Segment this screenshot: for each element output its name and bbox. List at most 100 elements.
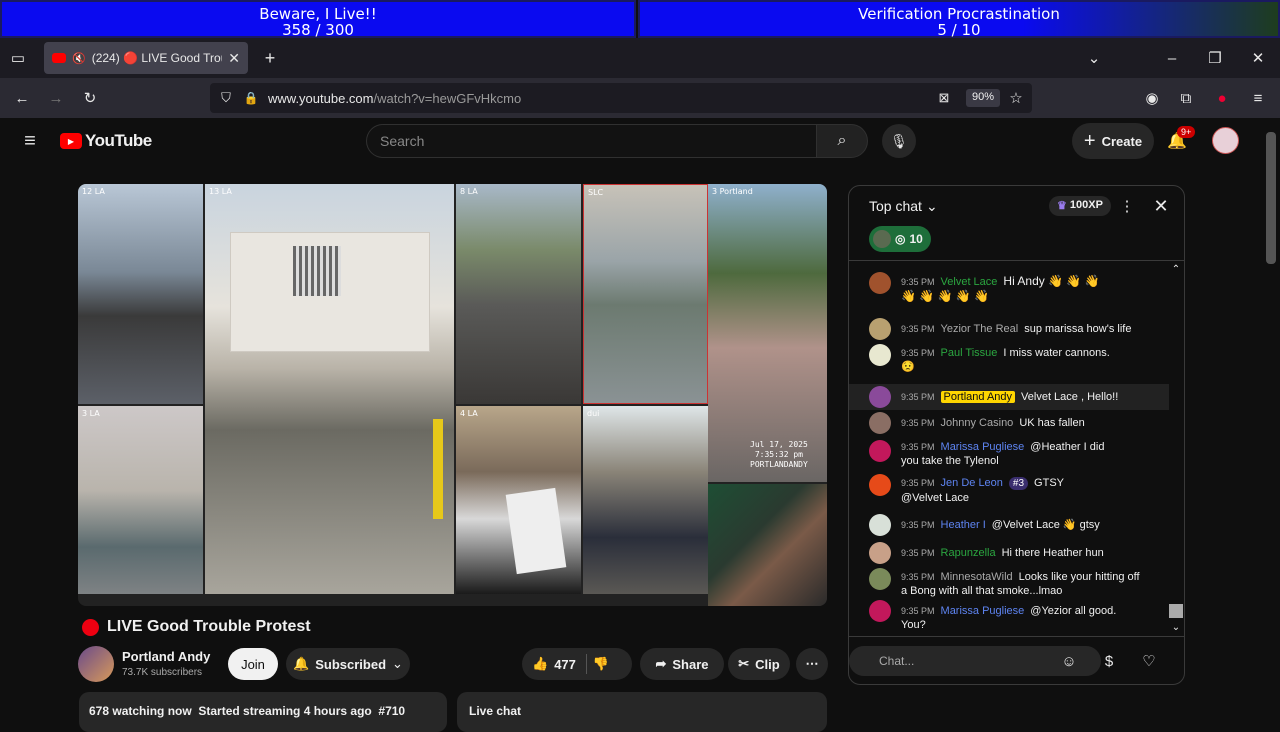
super-chat-icon[interactable]: $ <box>1099 651 1119 671</box>
heart-icon[interactable]: ♡ <box>1139 651 1159 671</box>
tab-title: (224) 🔴 LIVE Good Troub <box>91 51 222 65</box>
video-tile: SLC <box>583 184 708 404</box>
voice-search-button[interactable]: 🎙 <box>882 124 916 158</box>
tile-label: 8 LA <box>460 187 478 196</box>
chevron-down-icon: ⌄ <box>392 656 403 671</box>
more-actions-button[interactable]: ⋯ <box>796 648 828 680</box>
thumbs-up-icon: 👍 <box>532 656 549 671</box>
create-button[interactable]: + Create <box>1072 123 1154 159</box>
chat-message: 9:35 PM Paul Tissue I miss water cannons. … <box>901 346 1171 374</box>
new-tab-icon[interactable]: + <box>260 48 280 68</box>
message-time: 9:35 PM <box>901 418 935 428</box>
author-name[interactable]: Heather I <box>941 519 986 531</box>
message-time: 9:35 PM <box>901 442 935 452</box>
youtube-logo[interactable]: ▶ YouTube <box>60 131 152 151</box>
video-title: LIVE Good Trouble Protest <box>82 618 311 636</box>
avatar <box>869 344 891 366</box>
crown-icon: ♛ <box>1057 200 1067 212</box>
chat-divider <box>849 636 1184 637</box>
timestamp-time: 7:35:32 pm <box>754 450 803 459</box>
chat-scrollbar-thumb[interactable] <box>1169 604 1183 618</box>
plus-icon: + <box>1083 129 1096 152</box>
author-name[interactable]: Paul Tissue <box>941 347 998 359</box>
author-name[interactable]: Velvet Lace <box>941 276 998 288</box>
zoom-level[interactable]: 90% <box>966 89 1001 107</box>
restore-icon[interactable]: ❐ <box>1205 48 1225 68</box>
xp-badge[interactable]: ♛ 100XP <box>1049 196 1111 216</box>
minimize-icon[interactable]: – <box>1162 48 1182 68</box>
avatar <box>869 318 891 340</box>
hamburger-menu-icon[interactable]: ≡ <box>18 130 42 152</box>
close-chat-icon[interactable]: ✕ <box>1149 194 1173 218</box>
message-time: 9:35 PM <box>901 277 935 287</box>
author-name[interactable]: Marissa Pugliese <box>941 441 1025 453</box>
notification-badge: 9+ <box>1177 126 1196 138</box>
menu-icon[interactable]: ≡ <box>1248 88 1268 108</box>
channel-avatar[interactable] <box>78 646 114 682</box>
forward-icon[interactable]: → <box>46 88 66 108</box>
avatar <box>869 440 891 462</box>
video-tile: 4 LA <box>456 406 581 594</box>
back-icon[interactable]: ← <box>12 88 32 108</box>
like-button[interactable]: 👍 477 <box>532 656 576 672</box>
protest-sign-graphic <box>505 487 567 575</box>
video-player[interactable]: 12 LA 13 LA 8 LA SLC 3 Portland Jul 17, … <box>78 184 827 606</box>
tile-label: 3 Portland <box>712 187 753 196</box>
url-text[interactable]: www.youtube.com/watch?v=hewGFvHkcmo <box>268 91 521 106</box>
navigation-bar: ← → ↻ ⛉ 🔒 www.youtube.com/watch?v=hewGFv… <box>0 78 1280 118</box>
close-window-icon[interactable]: ✕ <box>1248 48 1268 68</box>
shield-icon[interactable]: ⛉ <box>216 88 236 108</box>
chat-message: 9:35 PM Portland Andy Velvet Lace , Hello!… <box>901 390 1171 404</box>
video-tile: 8 LA <box>456 184 581 404</box>
clip-button[interactable]: ✂ Clip <box>728 648 790 680</box>
picture-blocked-icon[interactable]: ⊠ <box>934 88 954 108</box>
live-chat-panel-header[interactable]: Live chat <box>457 692 827 732</box>
author-name[interactable]: Yezior The Real <box>941 323 1019 335</box>
divider <box>585 654 587 674</box>
author-name[interactable]: Johnny Casino <box>941 417 1014 429</box>
user-avatar[interactable] <box>1212 127 1239 154</box>
avatar <box>869 600 891 622</box>
author-name[interactable]: Jen De Leon <box>941 477 1003 489</box>
scroll-up-icon[interactable]: ⌃ <box>1169 262 1183 276</box>
chat-mode-selector[interactable]: Top chat ⌄ <box>869 198 938 215</box>
subscribed-button[interactable]: 🔔 Subscribed ⌄ <box>286 648 410 680</box>
tab-overview-icon[interactable]: ▭ <box>8 48 28 68</box>
channel-name[interactable]: Portland Andy <box>122 649 210 664</box>
tile-label: 3 LA <box>82 409 100 418</box>
browser-tab[interactable]: 🔇 (224) 🔴 LIVE Good Troub ✕ <box>44 42 248 74</box>
list-tabs-icon[interactable]: ⌄ <box>1084 48 1104 68</box>
channel-points-badge[interactable]: ◎ 10 <box>869 226 931 252</box>
chat-message: 9:35 PM Rapunzella Hi there Heather hun <box>901 546 1171 560</box>
bookmark-star-icon[interactable]: ☆ <box>1006 88 1026 108</box>
description-box[interactable]: 678 watching now Started streaming 4 hou… <box>79 692 447 732</box>
timestamp-watermark: PORTLANDANDY <box>750 460 808 469</box>
share-button[interactable]: ➦ Share <box>640 648 724 680</box>
avatar <box>869 272 891 294</box>
search-button[interactable]: ⌕ <box>816 124 868 158</box>
message-time: 9:35 PM <box>901 348 935 358</box>
reload-icon[interactable]: ↻ <box>80 88 100 108</box>
author-name[interactable]: Rapunzella <box>941 547 996 559</box>
author-name[interactable]: MinnesotaWild <box>941 571 1013 583</box>
emoji-icon[interactable]: ☺ <box>1059 651 1079 671</box>
tile-label: dui <box>587 409 600 418</box>
author-name-owner[interactable]: Portland Andy <box>940 391 1016 403</box>
account-icon[interactable]: ◉ <box>1142 88 1162 108</box>
tile-label: 13 LA <box>209 187 232 196</box>
extension-red-icon[interactable]: ● <box>1212 88 1232 108</box>
join-button[interactable]: Join <box>228 648 278 680</box>
video-tile: 12 LA <box>78 184 203 404</box>
muted-speaker-icon[interactable]: 🔇 <box>72 52 86 65</box>
youtube-play-icon: ▶ <box>60 133 82 149</box>
thumbs-down-icon[interactable]: 👎 <box>593 656 609 672</box>
chat-more-icon[interactable]: ⋮ <box>1117 196 1137 216</box>
close-tab-icon[interactable]: ✕ <box>228 50 240 67</box>
scroll-down-icon[interactable]: ⌄ <box>1169 620 1183 634</box>
author-name[interactable]: Marissa Pugliese <box>941 605 1025 617</box>
extensions-icon[interactable]: ⧉ <box>1176 88 1196 108</box>
url-field[interactable]: ⛉ 🔒 www.youtube.com/watch?v=hewGFvHkcmo … <box>210 83 1032 113</box>
page-scrollbar[interactable] <box>1266 132 1276 264</box>
lock-icon[interactable]: 🔒 <box>242 88 260 108</box>
search-input[interactable]: Search <box>366 124 816 158</box>
